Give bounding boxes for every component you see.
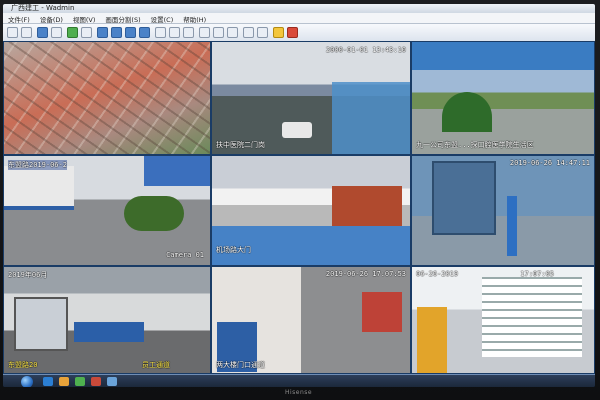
split-9-icon[interactable] [125, 27, 136, 38]
cam8-timestamp: 2019-06-26 17:07:53 [325, 270, 406, 278]
cam2-label: 扶中医院二门岗 [216, 141, 265, 149]
camera-tile-5[interactable]: 机场路大门 [211, 155, 411, 266]
access-pole [507, 196, 517, 256]
toolbar [3, 24, 595, 42]
menu-bar: 文件(F) 设备(D) 视图(V) 画面分割(S) 设置(C) 帮助(H) [3, 13, 595, 24]
stop-icon[interactable] [81, 27, 92, 38]
camera-tile-1[interactable] [3, 41, 211, 155]
red-barrier [362, 292, 402, 332]
guard-booth [14, 297, 68, 351]
split-16-icon[interactable] [139, 27, 150, 38]
save-icon[interactable] [21, 27, 32, 38]
camera-grid: 2000-01-01 13:43:10 扶中医院二门岗 九一公司东盟...探口腔… [3, 41, 595, 374]
cam3-label: 九一公司东盟...探口腔医学院生活区 [416, 141, 534, 149]
playback-icon[interactable] [213, 27, 224, 38]
taskbar [3, 374, 595, 387]
menu-file[interactable]: 文件(F) [3, 13, 35, 24]
media-icon[interactable] [75, 377, 85, 386]
camera-tile-8[interactable]: 2019-06-26 17:07:53 两大楼门口通道 [211, 266, 411, 374]
cam5-label: 机场路大门 [216, 246, 251, 254]
cam2-timestamp: 2000-01-01 13:43:10 [325, 46, 406, 54]
scaffold-stack [332, 186, 402, 226]
camera-tile-6[interactable]: 2019-06-26 14:47:11 [411, 155, 595, 266]
split-4-icon[interactable] [111, 27, 122, 38]
menu-split[interactable]: 画面分割(S) [100, 13, 145, 24]
warning-icon[interactable] [273, 27, 284, 38]
blue-fence [332, 82, 410, 154]
cam9-date: 06-26-2019 [416, 270, 459, 278]
play-icon[interactable] [67, 27, 78, 38]
cam7-label: 东盟路20 [8, 361, 38, 369]
cam4-date: 东盟路2019-06-2 [8, 160, 67, 170]
window-title: 广西建工 - Wadmin [11, 4, 75, 12]
menu-settings[interactable]: 设置(C) [146, 13, 179, 24]
snapshot-icon[interactable] [155, 27, 166, 38]
user-icon[interactable] [257, 27, 268, 38]
record-icon[interactable] [51, 27, 62, 38]
wadmin-task-icon[interactable] [107, 377, 117, 386]
monitor-screen: 广西建工 - Wadmin 文件(F) 设备(D) 视图(V) 画面分割(S) … [3, 4, 595, 387]
device-icon[interactable] [37, 27, 48, 38]
split-1-icon[interactable] [97, 27, 108, 38]
building-facade [482, 277, 582, 357]
cam7-date: 2019年06月 [8, 271, 48, 279]
windows-start-icon[interactable] [21, 376, 33, 387]
open-icon[interactable] [7, 27, 18, 38]
camera-tile-4[interactable]: 东盟路2019-06-2 Camera 01 [3, 155, 211, 266]
fullscreen-icon[interactable] [199, 27, 210, 38]
monitor-brand: Hisense [285, 389, 313, 396]
app-icon[interactable] [91, 377, 101, 386]
cam9-time: 17:07:05 [520, 270, 554, 278]
cam8-label: 两大楼门口通道 [216, 361, 265, 369]
cam6-timestamp: 2019-06-26 14:47:11 [509, 159, 590, 167]
cam4-label: Camera 01 [166, 251, 204, 259]
tree-planter [442, 92, 492, 132]
menu-help[interactable]: 帮助(H) [178, 13, 211, 24]
turnstile-booth [432, 161, 496, 235]
gatehouse [4, 166, 74, 210]
parked-car [282, 122, 312, 138]
close-alarm-icon[interactable] [287, 27, 298, 38]
ptz-icon[interactable] [169, 27, 180, 38]
yellow-crane-arm [417, 307, 447, 373]
blue-shed [144, 156, 210, 186]
menu-view[interactable]: 视图(V) [68, 13, 101, 24]
turnstile-gates [74, 322, 144, 342]
menu-device[interactable]: 设备(D) [35, 13, 68, 24]
cam7-label-right: 员工通道 [142, 361, 170, 369]
shrub [124, 196, 184, 231]
config-icon[interactable] [243, 27, 254, 38]
search-icon[interactable] [227, 27, 238, 38]
camera-tile-2[interactable]: 2000-01-01 13:43:10 扶中医院二门岗 [211, 41, 411, 155]
ie-icon[interactable] [43, 377, 53, 386]
title-bar: 广西建工 - Wadmin [3, 4, 595, 13]
camera-tile-7[interactable]: 2019年06月 东盟路20 员工通道 [3, 266, 211, 374]
explorer-icon[interactable] [59, 377, 69, 386]
camera-tile-9[interactable]: 06-26-2019 17:07:05 [411, 266, 595, 374]
zoom-icon[interactable] [183, 27, 194, 38]
camera-tile-3[interactable]: 九一公司东盟...探口腔医学院生活区 [411, 41, 595, 155]
